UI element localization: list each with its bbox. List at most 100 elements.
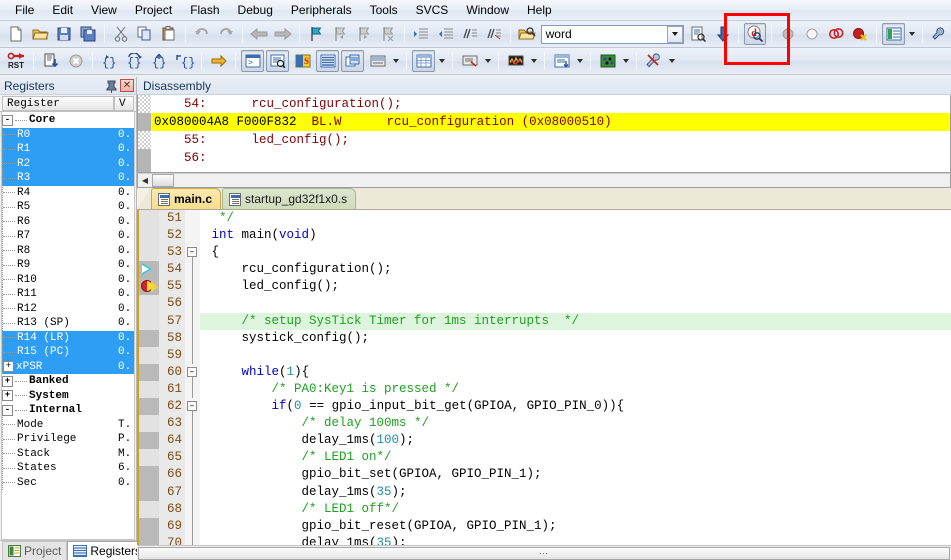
open-file-icon[interactable] — [29, 23, 51, 45]
register-row[interactable]: ModeT. — [2, 418, 134, 433]
code-line[interactable]: 70 delay_1ms(35); — [139, 535, 951, 545]
code-line[interactable]: 66 gpio_bit_set(GPIOA, GPIO_PIN_1); — [139, 466, 951, 483]
code-gutter-marker[interactable] — [139, 330, 159, 347]
copy-icon[interactable] — [134, 23, 156, 45]
code-gutter-marker[interactable] — [139, 381, 159, 398]
code-line[interactable]: 64 delay_1ms(100); — [139, 432, 951, 449]
code-gutter-marker[interactable] — [139, 295, 159, 312]
code-fold-gutter[interactable] — [185, 381, 200, 398]
step-out-icon[interactable]: {} — [148, 50, 171, 72]
code-line[interactable]: 58 systick_config(); — [139, 330, 951, 347]
comment-icon[interactable] — [459, 23, 481, 45]
memory-windows-icon[interactable] — [412, 50, 435, 72]
system-viewer-dropdown-icon[interactable] — [620, 50, 632, 72]
code-gutter-marker[interactable] — [139, 466, 159, 483]
code-fold-gutter[interactable] — [185, 210, 200, 227]
code-line[interactable]: 56 — [139, 295, 951, 312]
register-row[interactable]: StackM. — [2, 447, 134, 462]
run-to-cursor-icon[interactable]: {} — [173, 50, 196, 72]
column-header-register[interactable]: Register — [2, 96, 114, 111]
find-in-files-icon[interactable] — [516, 23, 538, 45]
code-gutter-marker[interactable] — [139, 449, 159, 466]
scroll-left-icon[interactable]: ◀ — [138, 174, 152, 187]
register-row[interactable]: R40. — [2, 186, 134, 201]
command-window-icon[interactable]: > — [241, 50, 264, 72]
uncomment-icon[interactable] — [483, 23, 505, 45]
register-row[interactable]: +xPSR0. — [2, 360, 134, 375]
code-fold-gutter[interactable] — [185, 330, 200, 347]
menu-item-svcs[interactable]: SVCS — [407, 1, 458, 19]
manage-windows-dropdown-icon[interactable] — [906, 23, 918, 45]
breakpoint-disable-all-icon[interactable] — [825, 23, 847, 45]
registers-window-icon[interactable] — [316, 50, 339, 72]
configure-target-icon[interactable] — [928, 23, 950, 45]
disassembly-instruction-row[interactable]: 0x080004A8 F000F832 BL.W rcu_configurati… — [151, 113, 950, 131]
editor-hscrollbar[interactable]: ⋯ — [137, 545, 951, 560]
code-fold-gutter[interactable] — [185, 449, 200, 466]
code-gutter-marker[interactable] — [139, 347, 159, 364]
code-gutter-marker[interactable] — [139, 484, 159, 501]
code-fold-gutter[interactable]: – — [185, 398, 200, 415]
code-line[interactable]: 60– while(1){ — [139, 364, 951, 381]
register-row[interactable]: States6. — [2, 461, 134, 476]
save-icon[interactable] — [53, 23, 75, 45]
bookmark-clear-icon[interactable] — [377, 23, 399, 45]
register-row[interactable]: R20. — [2, 157, 134, 172]
dock-tab-project[interactable]: Project — [2, 541, 67, 560]
code-gutter-marker[interactable] — [139, 518, 159, 535]
fold-collapse-icon[interactable]: – — [187, 401, 197, 411]
analysis-windows-icon[interactable] — [504, 50, 527, 72]
code-fold-gutter[interactable] — [185, 501, 200, 518]
register-row[interactable]: R10. — [2, 142, 134, 157]
redo-icon[interactable] — [215, 23, 237, 45]
go-to-definition-icon[interactable] — [711, 23, 733, 45]
find-input[interactable]: word — [542, 27, 667, 41]
menu-item-edit[interactable]: Edit — [43, 1, 82, 19]
code-gutter-marker[interactable] — [139, 278, 159, 295]
register-row[interactable]: Sec0. — [2, 476, 134, 491]
fold-collapse-icon[interactable]: – — [187, 367, 197, 377]
code-gutter-marker[interactable] — [139, 364, 159, 381]
code-gutter-marker[interactable] — [139, 261, 159, 278]
memory-windows-dropdown-icon[interactable] — [436, 50, 448, 72]
bookmark-toggle-icon[interactable] — [305, 23, 327, 45]
disassembly-source-row[interactable]: 55: led_config(); — [151, 131, 950, 149]
register-row[interactable]: R90. — [2, 258, 134, 273]
registers-tree[interactable]: -CoreR00.R10.R20.R30.R40.R50.R60.R70.R80… — [1, 112, 135, 540]
code-line[interactable]: 57 /* setup SysTick Timer for 1ms interr… — [139, 313, 951, 330]
code-line[interactable]: 54 rcu_configuration(); — [139, 261, 951, 278]
run-icon[interactable] — [39, 50, 62, 72]
code-gutter-marker[interactable] — [139, 415, 159, 432]
code-fold-gutter[interactable] — [185, 518, 200, 535]
start-stop-debug-session-icon[interactable]: d — [744, 23, 766, 45]
code-gutter-marker[interactable] — [139, 244, 159, 261]
system-viewer-icon[interactable] — [596, 50, 619, 72]
code-fold-gutter[interactable] — [185, 313, 200, 330]
code-fold-gutter[interactable]: – — [185, 244, 200, 261]
toolbox-dropdown-icon[interactable] — [666, 50, 678, 72]
code-gutter-marker[interactable] — [139, 501, 159, 518]
code-fold-gutter[interactable] — [185, 227, 200, 244]
editor-tab-startup-s[interactable]: startup_gd32f1x0.s — [222, 188, 356, 209]
register-row[interactable]: R80. — [2, 244, 134, 259]
breakpoint-enable-icon[interactable] — [801, 23, 823, 45]
trace-windows-dropdown-icon[interactable] — [574, 50, 586, 72]
disassembly-window-icon[interactable] — [266, 50, 289, 72]
code-fold-gutter[interactable] — [185, 261, 200, 278]
disassembly-gutter[interactable] — [138, 95, 151, 172]
menu-item-flash[interactable]: Flash — [181, 1, 228, 19]
cut-icon[interactable] — [110, 23, 132, 45]
analysis-windows-dropdown-icon[interactable] — [528, 50, 540, 72]
code-line[interactable]: 63 /* delay 100ms */ — [139, 415, 951, 432]
menu-item-file[interactable]: File — [6, 1, 43, 19]
menu-item-help[interactable]: Help — [518, 1, 561, 19]
register-row[interactable]: R70. — [2, 229, 134, 244]
register-row[interactable]: R120. — [2, 302, 134, 317]
code-line[interactable]: 65 /* LED1 on*/ — [139, 449, 951, 466]
indent-icon[interactable] — [410, 23, 432, 45]
code-gutter-marker[interactable] — [139, 313, 159, 330]
fold-collapse-icon[interactable]: – — [187, 247, 197, 257]
serial-windows-icon[interactable] — [458, 50, 481, 72]
disassembly-source-row[interactable]: 54: rcu_configuration(); — [151, 95, 950, 113]
chevron-down-icon[interactable] — [667, 26, 683, 43]
